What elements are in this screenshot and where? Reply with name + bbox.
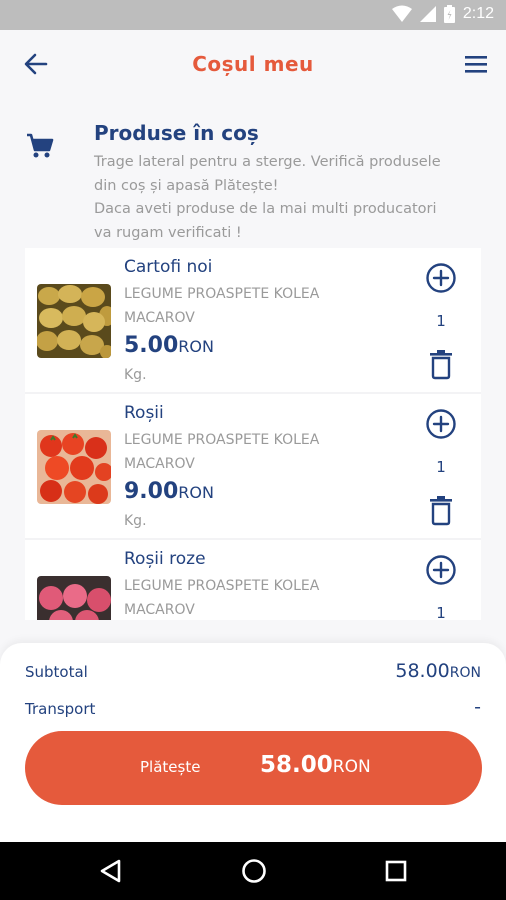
cart-item[interactable]: Cartofi noi LEGUME PROASPETE KOLEA MACAR… xyxy=(25,248,481,394)
product-quantity: 1 xyxy=(436,604,446,620)
trash-icon[interactable] xyxy=(428,350,454,380)
nav-home-icon[interactable] xyxy=(241,858,267,884)
producer-line: LEGUME PROASPETE KOLEA xyxy=(124,578,320,594)
instruction-line: din coș și apasă Plătește! xyxy=(94,177,279,194)
cart-item[interactable]: Roșii roze LEGUME PROASPETE KOLEA MACARO… xyxy=(25,540,481,620)
transport-label: Transport xyxy=(25,700,96,718)
nav-recent-apps-icon[interactable] xyxy=(385,860,407,882)
product-producer: LEGUME PROASPETE KOLEA MACAROV xyxy=(124,575,344,620)
status-bar: 2:12 xyxy=(0,0,506,30)
price-value: 9.00 xyxy=(124,479,179,504)
product-producer: LEGUME PROASPETE KOLEA MACAROV xyxy=(124,283,344,330)
product-unit: Kg. xyxy=(124,513,147,529)
cart-heading: Produse în coș xyxy=(94,121,259,145)
instruction-line: va rugam verificati ! xyxy=(94,224,242,241)
wifi-icon xyxy=(391,5,412,22)
app-bar: Coșul meu xyxy=(0,30,506,100)
status-icons: 2:12 xyxy=(391,5,494,23)
plus-circle-icon[interactable] xyxy=(425,408,457,440)
subtotal-value: 58.00RON xyxy=(395,660,481,682)
pay-button-label: Plătește xyxy=(140,758,201,776)
product-unit: Kg. xyxy=(124,367,147,383)
cart-item[interactable]: Roșii LEGUME PROASPETE KOLEA MACAROV 9.0… xyxy=(25,394,481,540)
shopping-cart-icon xyxy=(27,133,54,158)
transport-value: - xyxy=(474,696,481,718)
producer-line: MACAROV xyxy=(124,455,195,472)
cart-instructions: Trage lateral pentru a sterge. Verifică … xyxy=(94,151,484,245)
plus-circle-icon[interactable] xyxy=(425,554,457,586)
product-price: 5.00RON xyxy=(124,333,214,358)
product-quantity: 1 xyxy=(436,312,446,330)
product-producer: LEGUME PROASPETE KOLEA MACAROV xyxy=(124,429,344,476)
producer-line: LEGUME PROASPETE KOLEA xyxy=(124,286,320,302)
cart-summary: Subtotal 58.00RON Transport - Plătește 5… xyxy=(0,643,506,842)
product-price: 9.00RON xyxy=(124,479,214,504)
subtotal-amount: 58.00 xyxy=(395,660,450,682)
product-image-potatoes xyxy=(37,284,111,358)
battery-icon xyxy=(443,5,455,23)
subtotal-label: Subtotal xyxy=(25,663,88,681)
producer-line: MACAROV xyxy=(124,601,195,618)
status-time: 2:12 xyxy=(462,5,494,22)
product-name: Roșii xyxy=(124,403,164,423)
pay-total-currency: RON xyxy=(332,757,371,777)
system-nav-bar xyxy=(0,842,506,900)
subtotal-currency: RON xyxy=(449,665,481,681)
product-image-tomatoes xyxy=(37,430,111,504)
price-currency: RON xyxy=(178,337,214,356)
trash-icon[interactable] xyxy=(428,496,454,526)
hamburger-menu-icon[interactable] xyxy=(464,52,490,76)
pay-button-total: 58.00RON xyxy=(260,752,371,778)
instruction-line: Trage lateral pentru a sterge. Verifică … xyxy=(94,154,441,170)
producer-line: LEGUME PROASPETE KOLEA xyxy=(124,432,320,448)
producer-line: MACAROV xyxy=(124,309,195,326)
nav-back-icon[interactable] xyxy=(99,859,121,883)
pay-button[interactable]: Plătește 58.00RON xyxy=(25,731,482,805)
pay-total-amount: 58.00 xyxy=(260,752,333,778)
product-image-pink-tomatoes xyxy=(37,576,111,620)
signal-icon xyxy=(419,6,436,22)
instruction-line: Daca aveti produse de la mai multi produ… xyxy=(94,201,437,217)
plus-circle-icon[interactable] xyxy=(425,262,457,294)
product-name: Cartofi noi xyxy=(124,257,213,277)
product-quantity: 1 xyxy=(436,458,446,476)
price-currency: RON xyxy=(178,483,214,502)
page-title: Coșul meu xyxy=(192,52,314,76)
product-name: Roșii roze xyxy=(124,549,206,569)
cart-product-list[interactable]: Cartofi noi LEGUME PROASPETE KOLEA MACAR… xyxy=(25,248,481,620)
price-value: 5.00 xyxy=(124,333,179,358)
